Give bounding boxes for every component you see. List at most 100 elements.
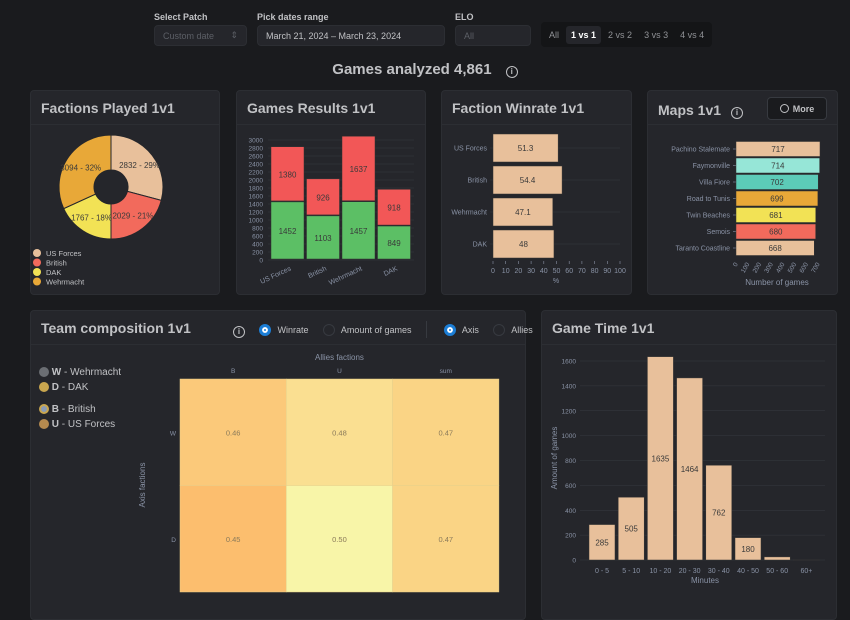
y-tick-label: 2600 [249, 154, 264, 161]
legend-swatch [33, 249, 41, 257]
slice-label: 2832 - 29% [119, 161, 160, 170]
legend-label: British [46, 259, 67, 268]
x-tick-label: 20 - 30 [679, 568, 701, 575]
x-tick-label: 300 [763, 261, 775, 274]
bar-value-label: 1457 [350, 227, 368, 236]
y-tick-label: 2000 [249, 178, 264, 185]
bar-value-label: 48 [519, 240, 528, 249]
y-tick-label: 2800 [249, 146, 264, 153]
slice-label: 3094 - 32% [60, 164, 101, 173]
x-tick-label: 20 [515, 268, 523, 275]
y-tick-label: 1400 [562, 383, 577, 390]
y-tick-label: 200 [252, 250, 263, 257]
cell-value-label: 0.45 [226, 535, 241, 544]
x-tick-label: 60 [565, 268, 573, 275]
x-tick-label: 0 [491, 268, 495, 275]
x-tick-label: 600 [799, 261, 811, 274]
bar-value-label: 717 [771, 145, 785, 154]
slice-label: 2029 - 21% [112, 212, 153, 221]
legend-label: US Forces [46, 249, 82, 258]
bar-value-label: 699 [770, 195, 784, 204]
legend-swatch [33, 268, 41, 276]
bar-value-label: 714 [771, 162, 785, 171]
y-tick-label: Road to Tunis [687, 196, 731, 203]
x-tick-label: 10 - 20 [650, 568, 672, 575]
x-tick-label: U [337, 368, 342, 375]
x-tick-label: 5 - 10 [622, 568, 640, 575]
charts-layer: 2832 - 29% 2029 - 21%1767 - 18% 3094 - 32%… [33, 133, 825, 593]
bar-value-label: 1635 [652, 454, 670, 463]
cell-value-label: 0.47 [438, 428, 453, 437]
x-axis-title: Number of games [745, 278, 809, 287]
bar-value-label: 505 [625, 525, 639, 534]
bar [763, 556, 791, 561]
x-axis-title: % [553, 278, 559, 285]
y-tick-label: 2200 [249, 170, 264, 177]
y-tick-label: 1600 [562, 359, 577, 366]
y-tick-label: Villa Fiore [699, 180, 730, 187]
y-tick-label: 1200 [562, 408, 577, 415]
y-tick-label: 1400 [249, 202, 264, 209]
bar-value-label: 926 [316, 193, 330, 202]
x-tick-label: 10 [502, 268, 510, 275]
x-tick-label: 90 [603, 268, 611, 275]
x-tick-label: British [307, 265, 328, 280]
x-tick-label: B [231, 368, 235, 375]
y-tick-label: 1000 [249, 218, 264, 225]
y-tick-label: US Forces [454, 146, 488, 153]
y-tick-label: D [171, 537, 176, 544]
y-tick-label: Pachino Stalemate [671, 147, 730, 154]
x-tick-label: sum [440, 368, 452, 375]
y-axis-title: Axis factions [138, 463, 147, 508]
x-tick-label: 100 [614, 268, 626, 275]
bar-value-label: 47.1 [515, 208, 531, 217]
y-tick-label: Faymonville [693, 163, 730, 170]
bar-value-label: 1103 [314, 234, 332, 243]
y-tick-label: 1800 [249, 186, 264, 193]
bar-value-label: 918 [387, 204, 401, 213]
x-axis-title: Allies factions [315, 353, 364, 362]
legend-swatch [33, 258, 41, 267]
x-tick-label: 30 [527, 268, 535, 275]
legend-label: Wehrmacht [46, 278, 85, 287]
cell-value-label: 0.48 [332, 428, 347, 437]
y-tick-label: W [170, 430, 177, 437]
y-tick-label: British [468, 178, 488, 185]
bar-value-label: 680 [769, 228, 783, 237]
y-tick-label: 600 [252, 234, 263, 241]
x-tick-label: 70 [578, 268, 586, 275]
bar-value-label: 54.4 [520, 176, 536, 185]
y-tick-label: Twin Beaches [686, 213, 730, 220]
y-tick-label: 800 [252, 226, 263, 233]
y-tick-label: 0 [572, 558, 576, 565]
legend-label: DAK [46, 268, 61, 277]
bar [793, 559, 820, 561]
y-tick-label: 200 [565, 533, 576, 540]
x-tick-label: 50 - 60 [766, 568, 788, 575]
x-tick-label: US Forces [259, 265, 292, 286]
bar-value-label: 1637 [350, 165, 368, 174]
bar-value-label: 180 [741, 545, 755, 554]
x-tick-label: 30 - 40 [708, 568, 730, 575]
x-tick-label: 80 [591, 268, 599, 275]
y-tick-label: 0 [259, 258, 263, 265]
y-tick-label: 2400 [249, 162, 264, 169]
bar-value-label: 1464 [681, 465, 699, 474]
y-tick-label: 800 [565, 458, 576, 465]
x-tick-label: 100 [740, 261, 752, 274]
bar-value-label: 668 [768, 244, 782, 253]
y-axis-title: Amount of games [550, 427, 559, 490]
y-tick-label: Semois [707, 229, 731, 236]
y-tick-label: 400 [565, 508, 576, 515]
y-tick-label: 1200 [249, 210, 264, 217]
y-tick-label: Taranto Coastline [676, 246, 731, 253]
y-tick-label: 3000 [249, 138, 264, 145]
x-tick-label: DAK [383, 265, 399, 278]
x-tick-label: 60+ [800, 568, 812, 575]
x-tick-label: 40 - 50 [737, 568, 759, 575]
bar-value-label: 1452 [279, 227, 297, 236]
x-tick-label: Wehrmacht [328, 265, 363, 286]
y-tick-label: DAK [473, 242, 488, 249]
x-tick-label: 0 [732, 261, 740, 268]
bar-value-label: 849 [387, 239, 401, 248]
